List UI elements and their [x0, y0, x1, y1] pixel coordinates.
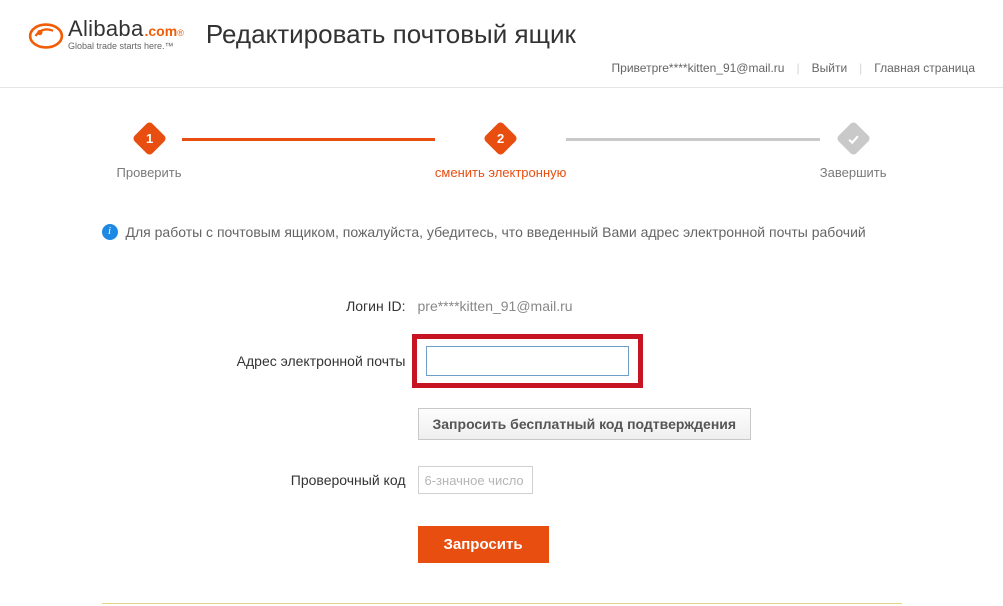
email-form: Логин ID: pre****kitten_91@mail.ru Адрес…	[102, 298, 902, 563]
verify-code-input[interactable]	[418, 466, 533, 494]
check-icon	[846, 132, 860, 146]
separator: |	[859, 61, 862, 75]
step-label-1: Проверить	[117, 165, 182, 180]
separator: |	[796, 61, 799, 75]
step-badge-3	[835, 121, 870, 156]
submit-button[interactable]: Запросить	[418, 526, 549, 563]
info-message: i Для работы с почтовым ящиком, пожалуйс…	[102, 222, 902, 242]
login-id-label: Логин ID:	[102, 298, 412, 314]
logo-tagline: Global trade starts here.™	[68, 42, 184, 51]
logo-suffix: .com	[145, 24, 178, 38]
alibaba-logo-icon	[28, 21, 64, 51]
progress-steps: 1 Проверить 2 сменить электронную Заверш…	[117, 126, 887, 180]
verify-code-label: Проверочный код	[102, 472, 412, 488]
greeting-prefix: Привет	[612, 61, 652, 75]
logo[interactable]: Alibaba .com ® Global trade starts here.…	[28, 18, 184, 51]
email-highlight-box	[412, 334, 643, 388]
request-code-button[interactable]: Запросить бесплатный код подтверждения	[418, 408, 752, 440]
step-complete: Завершить	[820, 126, 887, 180]
step-label-3: Завершить	[820, 165, 887, 180]
info-icon: i	[102, 224, 118, 240]
logo-brand: Alibaba	[68, 18, 144, 40]
step-badge-1: 1	[131, 121, 166, 156]
greeting: Приветpre****kitten_91@mail.ru	[612, 61, 785, 75]
step-change-email: 2 сменить электронную	[435, 126, 566, 180]
logout-link[interactable]: Выйти	[812, 61, 848, 75]
greeting-email: pre****kitten_91@mail.ru	[652, 61, 785, 75]
step-badge-2: 2	[483, 121, 518, 156]
info-text: Для работы с почтовым ящиком, пожалуйста…	[126, 222, 866, 242]
login-id-value: pre****kitten_91@mail.ru	[418, 298, 573, 314]
step-label-2: сменить электронную	[435, 165, 566, 180]
home-link[interactable]: Главная страница	[874, 61, 975, 75]
email-label: Адрес электронной почты	[102, 353, 412, 369]
topbar: Приветpre****kitten_91@mail.ru | Выйти |…	[0, 57, 1003, 88]
step-verify: 1 Проверить	[117, 126, 182, 180]
email-input[interactable]	[426, 346, 629, 376]
step-bar-1	[182, 138, 435, 141]
step-bar-2	[566, 138, 819, 141]
page-title: Редактировать почтовый ящик	[206, 19, 576, 50]
logo-registered: ®	[177, 29, 184, 38]
